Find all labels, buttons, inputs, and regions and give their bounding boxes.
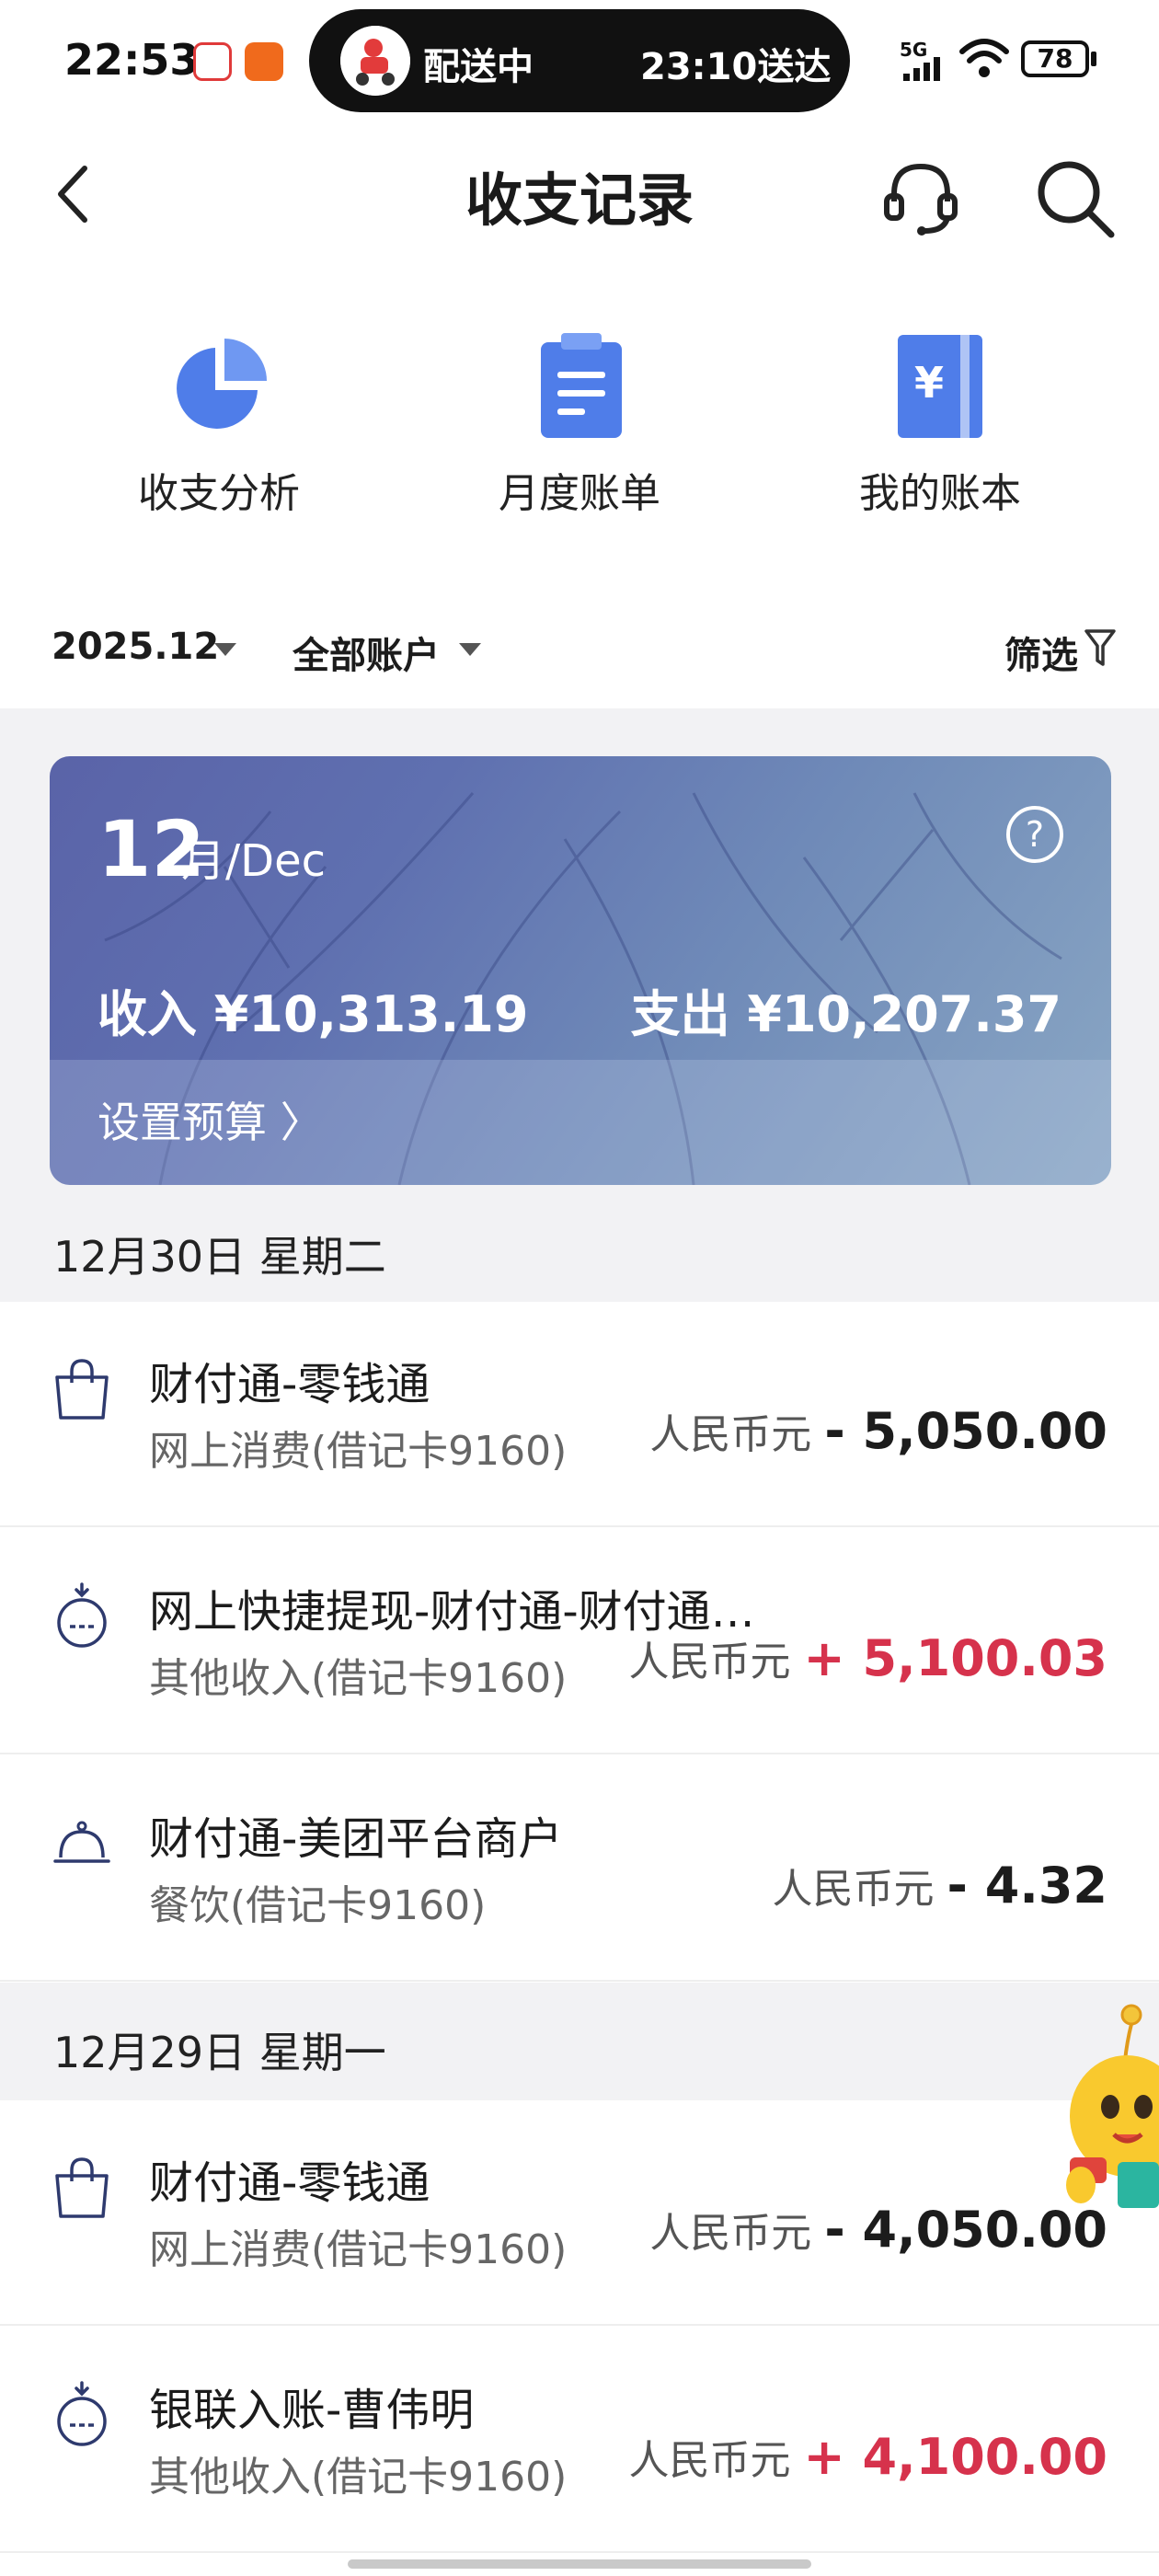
month-summary-card: 12 月/Dec ? 收入 ¥10,313.19 支出 ¥10,207.37 设… xyxy=(50,756,1111,1185)
date-label: 12月30日 星期二 xyxy=(53,1232,386,1282)
quick-action-label: 我的账本 xyxy=(859,470,1021,517)
amount-value: - 4.32 xyxy=(947,1857,1107,1915)
battery-tip xyxy=(1091,52,1096,66)
money-bag-icon xyxy=(57,2381,107,2446)
amount-value: - 5,050.00 xyxy=(824,1402,1107,1460)
delivery-eta: 23:10送达 xyxy=(640,46,832,88)
chevron-down-icon xyxy=(214,643,236,656)
ledger-icon: ¥ xyxy=(898,335,982,438)
signal-icon xyxy=(903,57,940,81)
customer-service-icon[interactable] xyxy=(879,157,962,240)
currency-label: 人民币元 xyxy=(628,2437,791,2484)
transaction-amount: 人民币元 - 4,050.00 xyxy=(649,2200,1107,2259)
wifi-icon xyxy=(959,39,1009,77)
transaction-category: 餐饮(借记卡9160) xyxy=(149,1882,487,1929)
currency-label: 人民币元 xyxy=(628,1639,791,1685)
transaction-title: 银联入账-曹伟明 xyxy=(149,2385,475,2436)
app-notification-icon xyxy=(245,42,283,81)
transaction-category: 其他收入(借记卡9160) xyxy=(149,2454,568,2501)
help-icon[interactable]: ? xyxy=(1004,804,1065,865)
floating-mascot-icon[interactable] xyxy=(1053,1996,1159,2226)
transaction-category: 网上消费(借记卡9160) xyxy=(149,2226,568,2273)
currency-label: 人民币元 xyxy=(649,2210,812,2257)
shopping-bag-icon xyxy=(55,1359,109,1420)
svg-text:?: ? xyxy=(1026,814,1044,855)
search-icon[interactable] xyxy=(1032,155,1119,242)
income-total: 收入 ¥10,313.19 xyxy=(98,985,529,1043)
status-time: 22:53 xyxy=(64,35,200,85)
filter-funnel-icon xyxy=(1084,629,1116,666)
home-indicator[interactable] xyxy=(348,2559,811,2569)
date-header: 12月30日 星期二 xyxy=(0,1196,1159,1306)
filter-button[interactable]: 筛选 xyxy=(1004,626,1078,679)
banner-month: 月/Dec xyxy=(181,835,327,887)
quick-action-label: 月度账单 xyxy=(499,470,660,517)
status-bar: 22:53 配送中 23:10送达 5G 78 xyxy=(0,0,1159,124)
delivery-status: 配送中 xyxy=(423,46,534,88)
transaction-amount: 人民币元 - 5,050.00 xyxy=(649,1401,1107,1460)
app-notification-icon xyxy=(193,42,232,81)
dining-cloche-icon xyxy=(53,1821,110,1863)
live-activity-pill[interactable]: 配送中 23:10送达 xyxy=(309,9,850,112)
set-budget-link[interactable]: 设置预算 〉 xyxy=(98,1089,323,1150)
month-selector[interactable]: 2025.12 xyxy=(52,626,219,668)
transaction-title: 财付通-美团平台商户 xyxy=(149,1813,563,1865)
bill-icon xyxy=(541,333,622,438)
transaction-row[interactable]: 财付通-零钱通 网上消费(借记卡9160) 人民币元 - 4,050.00 xyxy=(0,2100,1159,2326)
transaction-row[interactable]: 网上快捷提现-财付通-财付通… 其他收入(借记卡9160) 人民币元 + 5,1… xyxy=(0,1529,1159,1754)
currency-label: 人民币元 xyxy=(649,1411,812,1458)
date-label: 12月29日 星期一 xyxy=(53,2028,386,2077)
money-bag-icon xyxy=(57,1582,107,1648)
transaction-title: 财付通-零钱通 xyxy=(149,2157,430,2209)
battery-icon: 78 xyxy=(1021,40,1089,77)
nav-bar: 收支记录 xyxy=(0,124,1159,262)
transaction-amount: 人民币元 + 5,100.03 xyxy=(628,1628,1107,1687)
quick-action-label: 收支分析 xyxy=(138,470,300,517)
transaction-row[interactable]: 财付通-零钱通 网上消费(借记卡9160) 人民币元 - 5,050.00 xyxy=(0,1302,1159,1527)
date-header: 12月29日 星期一 xyxy=(0,1983,1159,2102)
filter-bar: 2025.12 全部账户 筛选 xyxy=(0,598,1159,699)
expense-total: 支出 ¥10,207.37 xyxy=(630,985,1061,1043)
transaction-title: 财付通-零钱通 xyxy=(149,1359,430,1410)
currency-label: 人民币元 xyxy=(772,1866,935,1913)
amount-value: + 5,100.03 xyxy=(803,1629,1107,1687)
svg-text:¥: ¥ xyxy=(914,358,944,408)
quick-actions: 收支分析 月度账单 ¥ 我的账本 xyxy=(0,313,1159,534)
transaction-row[interactable]: 财付通-美团平台商户 餐饮(借记卡9160) 人民币元 - 4.32 xyxy=(0,1756,1159,1982)
amount-value: + 4,100.00 xyxy=(803,2428,1107,2486)
pie-chart-icon xyxy=(177,339,267,429)
delivery-rider-icon xyxy=(340,26,410,96)
transaction-amount: 人民币元 + 4,100.00 xyxy=(628,2427,1107,2486)
transaction-amount: 人民币元 - 4.32 xyxy=(773,1856,1107,1915)
shopping-bag-icon xyxy=(55,2157,109,2218)
transaction-category: 其他收入(借记卡9160) xyxy=(149,1655,568,1702)
page-title: 收支记录 xyxy=(465,167,694,234)
chevron-down-icon xyxy=(459,643,481,656)
account-selector[interactable]: 全部账户 xyxy=(293,626,440,679)
transaction-row[interactable]: 银联入账-曹伟明 其他收入(借记卡9160) 人民币元 + 4,100.00 xyxy=(0,2328,1159,2553)
transaction-category: 网上消费(借记卡9160) xyxy=(149,1428,568,1475)
